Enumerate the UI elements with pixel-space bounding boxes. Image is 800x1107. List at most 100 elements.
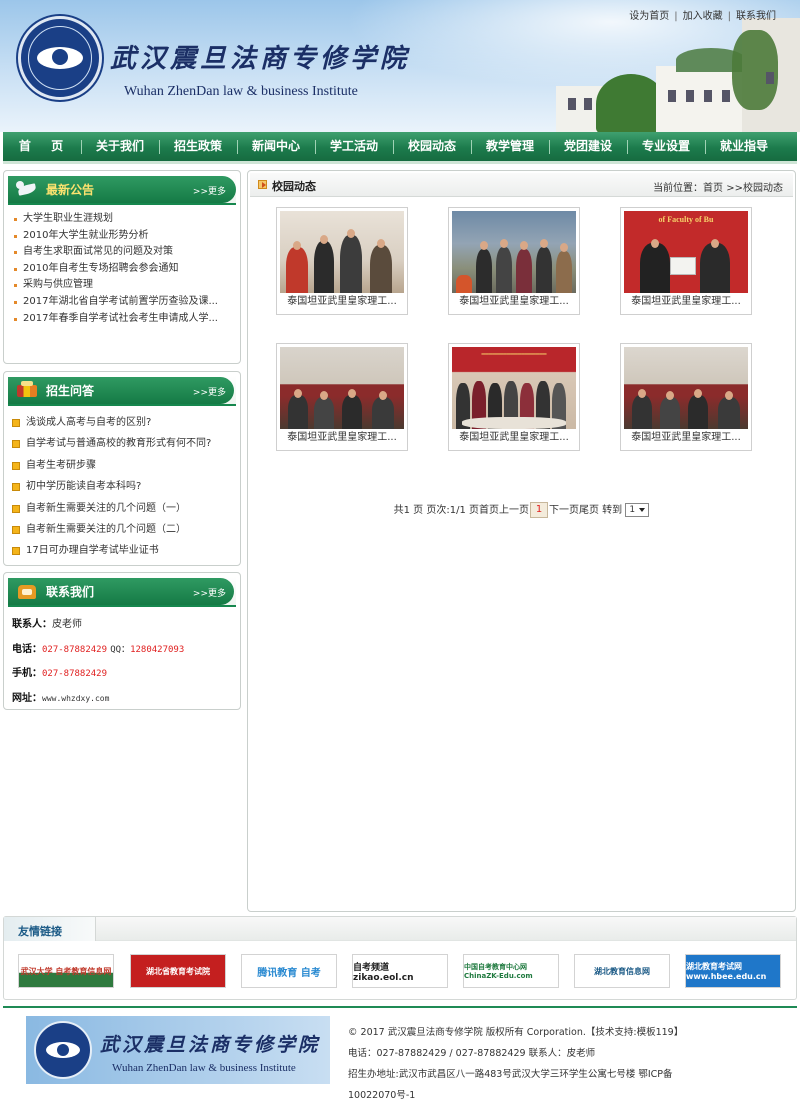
list-item[interactable]: 大学生职业生涯规划 (14, 211, 240, 228)
photo-caption[interactable]: 泰国坦亚武里皇家理工... (452, 293, 576, 311)
list-item[interactable]: 自考生求职面试常见的问题及对策 (14, 244, 240, 261)
website-url[interactable]: www.whzdxy.com (42, 694, 109, 703)
latest-notices-more-link[interactable]: >>更多 (193, 184, 226, 197)
link-hubei-exam-institute[interactable]: 湖北省教育考试院 (130, 954, 226, 988)
photo-item[interactable]: 泰国坦亚武里皇家理工... (276, 343, 408, 451)
event-photo[interactable]: of Faculty of Bu (624, 211, 748, 293)
site-header: 武汉震旦法商专修学院 Wuhan ZhenDan law & business … (0, 0, 800, 132)
site-title-english: Wuhan ZhenDan law & business Institute (124, 84, 358, 99)
contact-header: 联系我们 >>更多 (8, 577, 236, 607)
latest-notices-header: 最新公告 >>更多 (8, 175, 236, 205)
list-item[interactable]: 2017年湖北省自学考试前置学历查验及课... (14, 294, 240, 311)
link-eol-zikao[interactable]: 自考频道 zikao.eol.cn (352, 954, 448, 988)
contact-info: 联系人：皮老师 电话：027-87882429 QQ：1280427093 手机… (4, 607, 240, 715)
photo-caption[interactable]: 泰国坦亚武里皇家理工... (624, 429, 748, 447)
link-chinazk-edu[interactable]: 中国自考教育中心网 ChinaZK-Edu.com (463, 954, 559, 988)
list-item[interactable]: 2010年大学生就业形势分析 (14, 228, 240, 245)
arrow-icon (258, 180, 267, 189)
list-item[interactable]: 2017年春季自学考试社会考生申请成人学... (14, 311, 240, 328)
list-item[interactable]: 初中学历能读自考本科吗? (12, 476, 240, 497)
telephone-icon (16, 581, 38, 601)
pager-next-links[interactable]: 下一页尾页 转到 (549, 505, 622, 516)
nav-item-about[interactable]: 关于我们 (81, 132, 159, 161)
admission-qa-more-link[interactable]: >>更多 (193, 385, 226, 398)
list-item[interactable]: 17日可办理自学考试毕业证书 (12, 540, 240, 561)
nav-item-student-activities[interactable]: 学工活动 (315, 132, 393, 161)
photo-item[interactable]: 泰国坦亚武里皇家理工... (448, 207, 580, 315)
latest-notices-list: 大学生职业生涯规划 2010年大学生就业形势分析 自考生求职面试常见的问题及对策… (4, 205, 240, 327)
campus-building-image (556, 18, 800, 132)
list-item[interactable]: 自考新生需要关注的几个问题（二） (12, 519, 240, 540)
pager-info[interactable]: 共1 页 页次:1/1 页首页上一页 (394, 505, 529, 516)
nav-item-employment[interactable]: 就业指导 (705, 132, 783, 161)
footer-logo: 武汉震旦法商专修学院 Wuhan ZhenDan law & business … (26, 1016, 330, 1084)
latest-notices-box: 最新公告 >>更多 大学生职业生涯规划 2010年大学生就业形势分析 自考生求职… (3, 170, 241, 364)
footer-seal-logo (34, 1021, 92, 1079)
website-label: 网址： (12, 692, 42, 704)
photo-caption[interactable]: 泰国坦亚武里皇家理工... (280, 293, 404, 311)
school-seal-logo[interactable] (18, 16, 102, 100)
phone-label: 电话： (12, 643, 42, 655)
nav-item-home[interactable]: 首 页 (3, 132, 81, 161)
photo-item[interactable]: 泰国坦亚武里皇家理工... (276, 207, 408, 315)
footer-address: 招生办地址:武汉市武昌区八一路483号武汉大学三环学生公寓七号楼 鄂ICP备 (348, 1069, 673, 1080)
photo-caption[interactable]: 泰国坦亚武里皇家理工... (624, 293, 748, 311)
event-photo[interactable] (452, 211, 576, 293)
phone-number: 027-87882429 (42, 644, 108, 655)
nav-item-party[interactable]: 党团建设 (549, 132, 627, 161)
footer-icp: 10022070号-1 (348, 1090, 416, 1101)
list-item[interactable]: 自考生考研步骤 (12, 455, 240, 476)
latest-notices-title: 最新公告 (46, 183, 95, 197)
page-select[interactable]: 1 (625, 503, 650, 517)
footer-divider (3, 1006, 797, 1008)
list-item[interactable]: 自学考试与普通高校的教育形式有何不同? (12, 433, 240, 454)
campus-news-header: 校园动态 当前位置：首页 >>校园动态 (250, 173, 793, 197)
photo-item[interactable]: ━━━━━━━━━━━━━━━━━━ 泰国坦亚武里皇家理工... (448, 343, 580, 451)
footer-title-english: Wuhan ZhenDan law & business Institute (112, 1062, 296, 1074)
set-homepage-link[interactable]: 设为首页 (629, 11, 669, 22)
mobile-label: 手机： (12, 668, 42, 679)
nav-item-news[interactable]: 新闻中心 (237, 132, 315, 161)
list-item[interactable]: 2010年自考生专场招聘会参会通知 (14, 261, 240, 278)
admission-qa-title: 招生问答 (46, 384, 95, 398)
footer-info: © 2017 武汉震旦法商专修学院 版权所有 Corporation.【技术支持… (348, 1022, 768, 1106)
campus-news-panel: 校园动态 当前位置：首页 >>校园动态 泰国坦亚武里皇家理工... 泰国坦亚武里… (247, 170, 796, 912)
contact-more-link[interactable]: >>更多 (193, 586, 226, 599)
nav-item-majors[interactable]: 专业设置 (627, 132, 705, 161)
admission-qa-box: 招生问答 >>更多 浅谈成人高考与自考的区别? 自学考试与普通高校的教育形式有何… (3, 371, 241, 566)
photo-caption[interactable]: 泰国坦亚武里皇家理工... (280, 429, 404, 447)
site-title: 武汉震旦法商专修学院 (110, 44, 411, 74)
add-favorite-link[interactable]: 加入收藏 (683, 11, 723, 22)
photo-caption[interactable]: 泰国坦亚武里皇家理工... (452, 429, 576, 447)
admission-qa-list: 浅谈成人高考与自考的区别? 自学考试与普通高校的教育形式有何不同? 自考生考研步… (4, 406, 240, 562)
link-tencent-edu[interactable]: 腾讯教育 自考 (241, 954, 337, 988)
nav-item-campus-news[interactable]: 校园动态 (393, 132, 471, 161)
contact-person-label: 联系人： (12, 619, 52, 630)
footer-phone: 电话：027-87882429 / 027-87882429 联系人：皮老师 (348, 1048, 596, 1059)
link-hbee[interactable]: 湖北教育考试网 www.hbee.edu.cn (685, 954, 781, 988)
event-photo[interactable]: ━━━━━━━━━━━━━━━━━━ (452, 347, 576, 429)
list-item[interactable]: 采购与供应管理 (14, 277, 240, 294)
mobile-number: 027-87882429 (42, 669, 108, 679)
event-photo[interactable] (624, 347, 748, 429)
event-photo[interactable] (280, 347, 404, 429)
contact-us-link[interactable]: 联系我们 (736, 11, 776, 22)
books-icon (16, 380, 38, 400)
friend-links-header: 友情链接 (4, 917, 796, 941)
qq-number: 1280427093 (130, 644, 185, 655)
top-links: 设为首页 | 加入收藏 | 联系我们 (629, 11, 776, 22)
link-whu-selfstudy[interactable]: 武汉大学 自考教育信息网 (18, 954, 114, 988)
photo-item[interactable]: 泰国坦亚武里皇家理工... (620, 343, 752, 451)
event-photo[interactable] (280, 211, 404, 293)
list-item[interactable]: 自考新生需要关注的几个问题（一） (12, 498, 240, 519)
pagination: 共1 页 页次:1/1 页首页上一页 1 下一页尾页 转到 1 (248, 501, 795, 518)
current-page[interactable]: 1 (530, 502, 548, 518)
campus-news-title: 校园动态 (272, 180, 316, 193)
nav-item-admission-policy[interactable]: 招生政策 (159, 132, 237, 161)
contact-person: 皮老师 (52, 619, 82, 630)
nav-item-teaching[interactable]: 教学管理 (471, 132, 549, 161)
list-item[interactable]: 浅谈成人高考与自考的区别? (12, 412, 240, 433)
copyright-text: © 2017 武汉震旦法商专修学院 版权所有 Corporation.【技术支持… (348, 1027, 684, 1038)
photo-item[interactable]: of Faculty of Bu 泰国坦亚武里皇家理工... (620, 207, 752, 315)
link-hubei-edu-info[interactable]: 湖北教育信息网 (574, 954, 670, 988)
